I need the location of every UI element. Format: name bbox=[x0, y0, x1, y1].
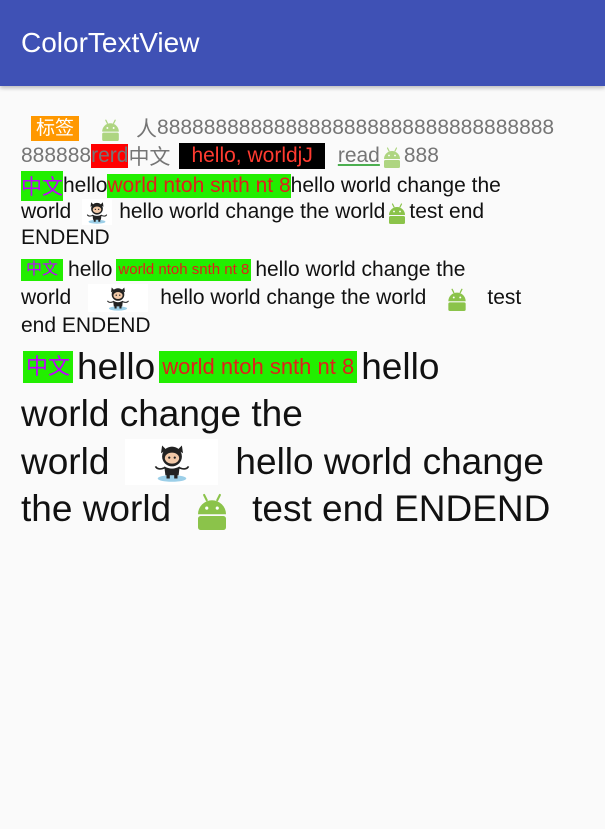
change-text: hello world change the bbox=[290, 174, 501, 197]
block4-line1: 中文 hello world ntoh snth nt 8 hello bbox=[21, 345, 439, 389]
end-text: end ENDEND bbox=[21, 314, 151, 337]
read-link[interactable]: read bbox=[338, 144, 380, 168]
block4-line2: world change the bbox=[21, 392, 303, 436]
block1-line1: 标签 人 8888888888888888888888888888888888 bbox=[31, 114, 554, 142]
green-highlight-text: world ntoh snth nt 8 bbox=[159, 351, 358, 383]
block2-line2: world hello world change the world test … bbox=[21, 198, 484, 226]
zh-green-text: 中文 bbox=[21, 171, 63, 201]
block2-line1: 中文 hello world ntoh snth nt 8 hello worl… bbox=[21, 171, 501, 201]
test-text: test bbox=[487, 286, 522, 309]
world-text: world bbox=[21, 200, 72, 223]
zh-green-text: 中文 bbox=[23, 351, 74, 383]
block3-line3: end ENDEND bbox=[21, 312, 151, 340]
android-icon bbox=[444, 285, 470, 311]
block3-line2: world hello world change the world test bbox=[21, 283, 521, 313]
black-highlight-text: hello, worldjJ bbox=[179, 143, 325, 169]
zh-green-text: 中文 bbox=[21, 259, 64, 281]
android-icon bbox=[385, 200, 409, 224]
zh-text: 中文 bbox=[128, 146, 171, 169]
red-highlight-text: rerd bbox=[91, 144, 129, 168]
android-icon bbox=[98, 116, 123, 141]
block2-line3: ENDEND bbox=[21, 224, 110, 252]
android-icon bbox=[380, 144, 404, 168]
world-text: world bbox=[21, 286, 72, 309]
world-text: world bbox=[21, 441, 110, 482]
block4-line4: the world test end ENDEND bbox=[21, 485, 550, 533]
block3-line1: 中文 hello world ntoh snth nt 8 hello worl… bbox=[21, 255, 465, 285]
change-text-2: hello world change the world bbox=[160, 286, 427, 309]
hello-text: hello bbox=[77, 346, 156, 387]
octocat-icon bbox=[88, 284, 149, 312]
app-title: ColorTextView bbox=[21, 27, 200, 58]
test-end-text: test end ENDEND bbox=[252, 488, 551, 529]
octocat-icon bbox=[125, 439, 219, 485]
the-world-text: the world bbox=[21, 488, 172, 529]
change-text-2: hello world change the world bbox=[119, 200, 386, 223]
eights-text-2: 888888 bbox=[21, 144, 92, 167]
hello-text: hello bbox=[63, 174, 108, 197]
eights-text: 8888888888888888888888888888888888 bbox=[157, 116, 555, 139]
block4-line3: world hello world change bbox=[21, 438, 544, 486]
block1-line2: 888888 rerd 中文 hello, worldjJ read 888 bbox=[21, 142, 439, 170]
endend-text: ENDEND bbox=[21, 226, 110, 249]
world-change-text: world change the bbox=[21, 393, 303, 434]
green-highlight-text: world ntoh snth nt 8 bbox=[116, 259, 252, 281]
hello-text: hello bbox=[68, 258, 113, 281]
hello-text-2: hello bbox=[361, 346, 440, 387]
change-text: hello world change the bbox=[255, 258, 466, 281]
app-bar: ColorTextView bbox=[0, 0, 605, 86]
person-char: 人 bbox=[136, 118, 158, 141]
test-end-text: test end bbox=[409, 200, 485, 223]
android-icon bbox=[191, 488, 233, 530]
tail-number: 888 bbox=[403, 144, 439, 167]
octocat-icon bbox=[82, 199, 113, 225]
color-text-content: 标签 人 8888888888888888888888888888888888 … bbox=[0, 86, 605, 829]
hello-world-change-text: hello world change bbox=[235, 441, 544, 482]
green-highlight-text: world ntoh snth nt 8 bbox=[107, 174, 291, 198]
tag-badge: 标签 bbox=[31, 115, 80, 141]
